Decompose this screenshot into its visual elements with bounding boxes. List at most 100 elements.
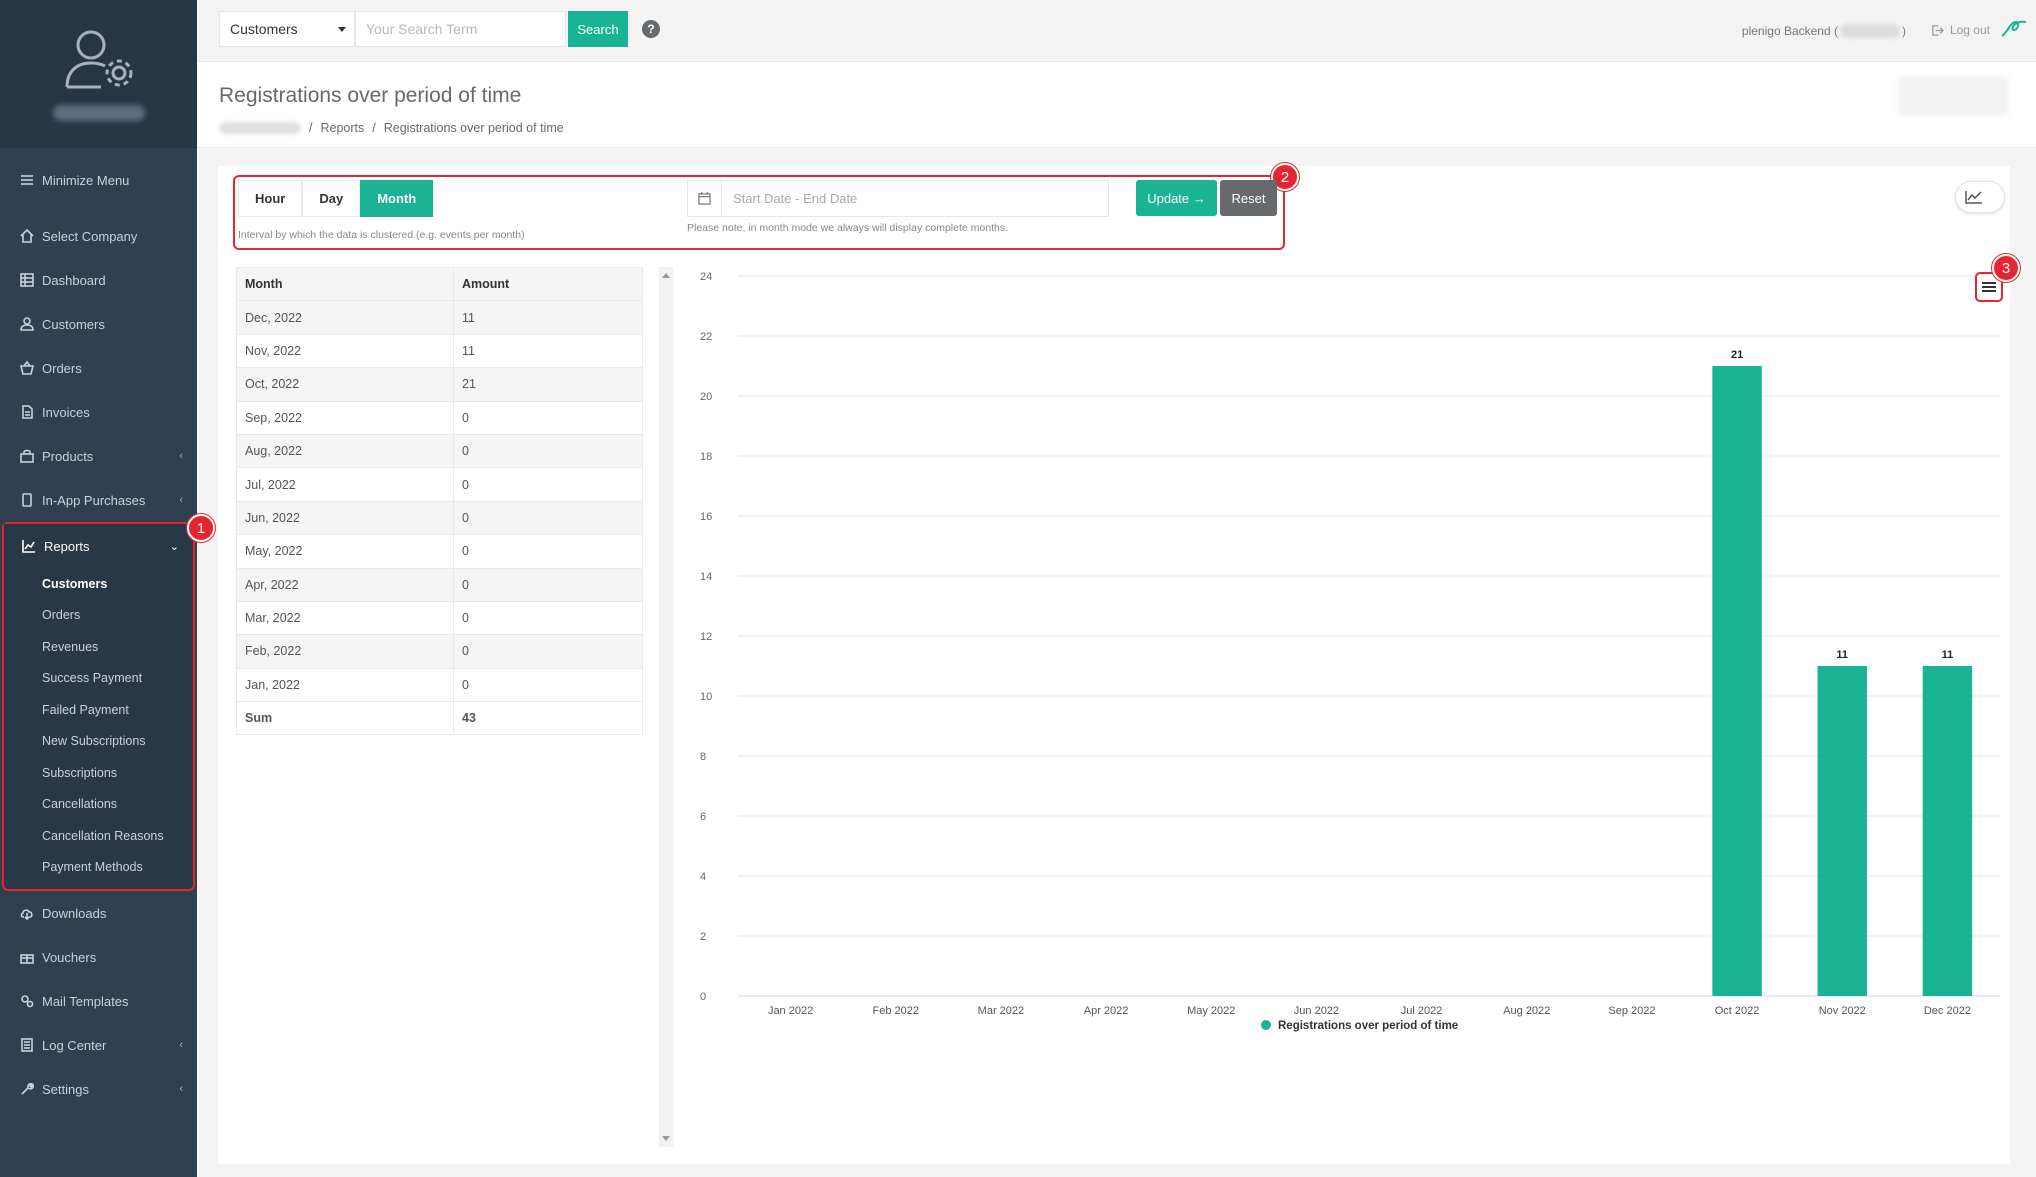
user-label-end: ): [1902, 24, 1906, 38]
reports-group: Reports ⌄ Customers Orders Revenues Succ…: [2, 514, 215, 891]
cell-month: Sep, 2022: [236, 400, 454, 435]
interval-hour-button[interactable]: Hour: [238, 180, 303, 217]
annotation-marker-1: 1: [187, 514, 215, 542]
legend-label: Registrations over period of time: [1278, 1020, 1458, 1032]
report-panel: 2 Hour Day Month Interval by which the d…: [218, 163, 2020, 1164]
user-name-redacted: [52, 105, 145, 121]
chart-view-toggle[interactable]: [1955, 181, 2005, 213]
search-button[interactable]: Search: [568, 11, 628, 47]
column-header-amount[interactable]: Amount: [453, 266, 643, 302]
calendar-icon[interactable]: [688, 181, 722, 216]
scroll-down-arrow-icon[interactable]: [662, 1136, 670, 1141]
page-title: Registrations over period of time: [219, 84, 522, 107]
sidebar-item-settings[interactable]: Settings ‹: [0, 1067, 197, 1111]
sidebar-item-label: In-App Purchases: [42, 492, 146, 508]
sidebar-item-customers[interactable]: Customers: [0, 302, 197, 346]
column-header-month[interactable]: Month: [236, 266, 454, 302]
table-row: Sep, 2022 0: [236, 400, 643, 435]
x-tick-label: Feb 2022: [873, 1005, 919, 1017]
update-button[interactable]: Update →: [1136, 180, 1217, 216]
search-input[interactable]: [355, 11, 566, 47]
table-row: Nov, 2022 11: [236, 333, 643, 369]
table-row: Apr, 2022 0: [236, 567, 643, 602]
legend-marker: [1261, 1020, 1271, 1030]
breadcrumb-home-redacted[interactable]: [219, 122, 301, 134]
sidebar-item-reports[interactable]: Reports ⌄: [4, 524, 193, 568]
chevron-down-icon: ⌄: [169, 540, 179, 553]
cell-amount: 0: [453, 634, 643, 669]
sidebar-item-label: Customers: [42, 316, 105, 332]
sidebar-subitem-cancellation-reasons[interactable]: Cancellation Reasons: [4, 820, 193, 852]
sidebar-item-select-company[interactable]: Select Company: [0, 214, 197, 258]
sidebar-subitem-success-payment[interactable]: Success Payment: [4, 663, 193, 695]
sidebar-subitem-new-subscriptions[interactable]: New Subscriptions: [4, 726, 193, 758]
interval-month-button[interactable]: Month: [360, 180, 434, 217]
x-tick-label: Nov 2022: [1819, 1005, 1866, 1017]
grid-icon: [20, 273, 34, 287]
search-category-select[interactable]: Customers: [219, 11, 355, 47]
cell-month: Apr, 2022: [236, 567, 454, 602]
menu-icon: [20, 173, 34, 187]
y-tick-label: 12: [700, 631, 712, 643]
cell-month: Dec, 2022: [236, 300, 454, 335]
cell-amount: 0: [453, 500, 643, 536]
sidebar-item-vouchers[interactable]: Vouchers: [0, 935, 197, 979]
x-tick-label: Aug 2022: [1503, 1005, 1550, 1017]
sidebar-header: [0, 0, 197, 148]
list-icon: [20, 1038, 34, 1052]
y-tick-label: 16: [700, 511, 712, 523]
sidebar-item-dashboard[interactable]: Dashboard: [0, 258, 197, 302]
bar: [1817, 666, 1867, 996]
sidebar-subitem-failed-payment[interactable]: Failed Payment: [4, 694, 193, 726]
chart-legend[interactable]: Registrations over period of time: [1261, 1020, 1458, 1032]
interval-day-button[interactable]: Day: [302, 180, 361, 217]
cogs-icon: [20, 994, 34, 1008]
sidebar: Minimize Menu Select Company Dashboard C…: [0, 0, 215, 1177]
x-tick-label: Jan 2022: [768, 1005, 813, 1017]
hamburger-icon: [1982, 282, 1996, 292]
cell-month: Jan, 2022: [236, 667, 454, 703]
heading-action-redacted[interactable]: [1898, 76, 2008, 116]
plenigo-logo-icon: [2001, 20, 2027, 37]
x-tick-label: May 2022: [1187, 1005, 1235, 1017]
sidebar-subitem-revenues[interactable]: Revenues: [4, 631, 193, 663]
sidebar-item-in-app-purchases[interactable]: In-App Purchases ‹: [0, 478, 197, 522]
bar: [1712, 366, 1762, 996]
breadcrumb-reports[interactable]: Reports: [320, 121, 364, 135]
sidebar-item-invoices[interactable]: Invoices: [0, 390, 197, 434]
user-icon: [20, 317, 34, 331]
sidebar-subitem-subscriptions[interactable]: Subscriptions: [4, 757, 193, 789]
date-range-input[interactable]: [722, 181, 1108, 216]
sidebar-subitem-payment-methods[interactable]: Payment Methods: [4, 852, 193, 884]
sidebar-subitem-cancellations[interactable]: Cancellations: [4, 789, 193, 821]
sidebar-item-orders[interactable]: Orders: [0, 346, 197, 390]
cell-amount: 0: [453, 600, 643, 636]
sidebar-item-label: Invoices: [42, 404, 90, 420]
date-range-field[interactable]: [687, 180, 1109, 217]
breadcrumb-current: Registrations over period of time: [383, 121, 564, 135]
cloud-download-icon: [20, 906, 34, 920]
reset-button[interactable]: Reset: [1220, 180, 1277, 216]
sidebar-item-label: Downloads: [42, 905, 107, 921]
sidebar-item-products[interactable]: Products ‹: [0, 434, 197, 478]
table-row: Oct, 2022 21: [236, 367, 643, 402]
breadcrumb: / Reports / Registrations over period of…: [219, 121, 564, 135]
sidebar-nav: Minimize Menu Select Company Dashboard C…: [0, 148, 215, 1111]
logout-link[interactable]: Log out: [1931, 23, 1990, 37]
breadcrumb-separator: /: [372, 121, 376, 135]
x-tick-label: Oct 2022: [1715, 1005, 1760, 1017]
sidebar-item-downloads[interactable]: Downloads: [0, 891, 197, 935]
help-icon[interactable]: ?: [642, 20, 660, 38]
sidebar-item-mail-templates[interactable]: Mail Templates: [0, 979, 197, 1023]
scroll-up-arrow-icon[interactable]: [662, 273, 670, 278]
sidebar-item-log-center[interactable]: Log Center ‹: [0, 1023, 197, 1067]
table-scrollbar[interactable]: [659, 267, 673, 1147]
table-row: Aug, 2022 0: [236, 433, 643, 469]
sidebar-subitem-orders[interactable]: Orders: [4, 600, 193, 632]
cell-month: Jul, 2022: [236, 467, 454, 502]
cell-amount: 0: [453, 534, 643, 569]
data-label: 11: [1836, 649, 1848, 661]
table-row: Jan, 2022 0: [236, 667, 643, 703]
sidebar-subitem-customers[interactable]: Customers: [4, 568, 193, 600]
minimize-menu-button[interactable]: Minimize Menu: [0, 158, 197, 202]
